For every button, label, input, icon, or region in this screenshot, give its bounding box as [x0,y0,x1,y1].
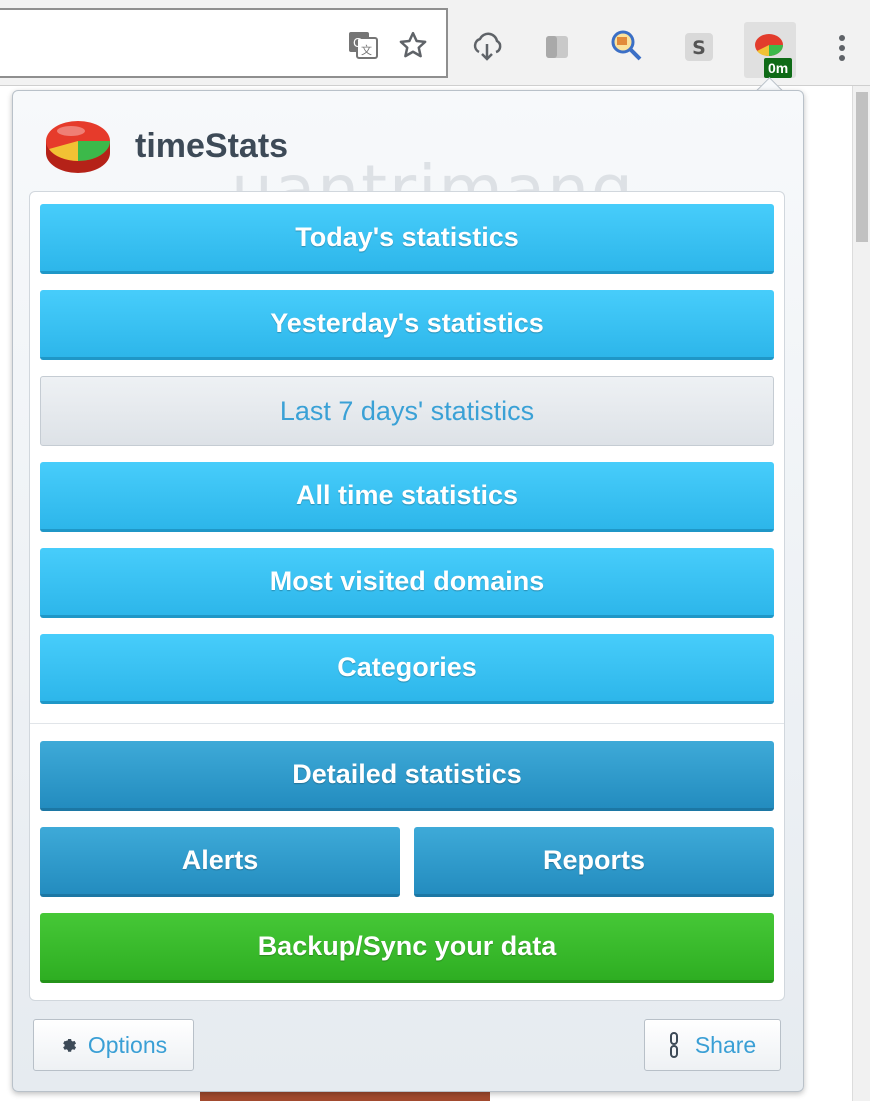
gear-icon [60,1036,78,1054]
categories-button[interactable]: Categories [40,634,774,704]
yesterday-statistics-button[interactable]: Yesterday's statistics [40,290,774,360]
magnifier-extension-icon[interactable] [606,26,646,66]
detailed-statistics-button[interactable]: Detailed statistics [40,741,774,811]
bookmark-star-icon[interactable] [396,28,430,62]
svg-text:文: 文 [361,43,372,57]
all-time-statistics-button[interactable]: All time statistics [40,462,774,532]
menu-panel: Today's statistics Yesterday's statistic… [29,191,785,1001]
translate-icon[interactable]: G 文 [346,28,380,62]
browser-toolbar: G 文 S 0m [0,0,870,86]
options-button[interactable]: Options [33,1019,194,1071]
page-content-strip [200,1092,490,1101]
timestats-popup: timeStats uantrimang Today's statistics … [12,90,804,1092]
options-label: Options [87,1031,168,1058]
cloud-download-icon[interactable] [468,28,506,66]
extension-icon[interactable] [540,30,574,64]
scrollbar-thumb[interactable] [856,92,868,242]
last-7-days-statistics-button[interactable]: Last 7 days' statistics [40,376,774,446]
share-button[interactable]: Share [644,1019,781,1071]
more-menu-icon[interactable] [830,30,854,66]
share-link-icon [669,1032,679,1058]
backup-sync-button[interactable]: Backup/Sync your data [40,913,774,983]
today-statistics-button[interactable]: Today's statistics [40,204,774,274]
timestats-logo-icon [43,115,113,175]
timestats-icon[interactable]: 0m [744,22,796,78]
skype-icon[interactable]: S [682,30,716,64]
svg-text:S: S [692,37,706,59]
reports-button[interactable]: Reports [414,827,774,897]
most-visited-domains-button[interactable]: Most visited domains [40,548,774,618]
menu-divider [30,723,784,724]
app-title: timeStats [135,127,289,165]
share-label: Share [694,1031,757,1058]
address-bar[interactable]: G 文 [0,8,448,78]
alerts-button[interactable]: Alerts [40,827,400,897]
timestats-badge: 0m [764,58,793,78]
